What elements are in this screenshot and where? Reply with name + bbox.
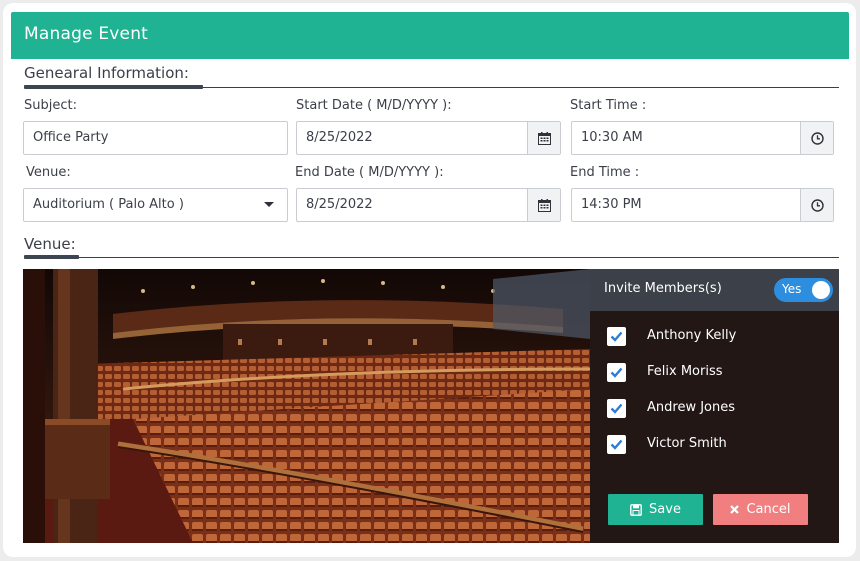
save-icon	[630, 503, 642, 516]
subject-label: Subject:	[24, 98, 77, 113]
end-date-label: End Date ( M/D/YYYY ):	[295, 165, 444, 180]
venue-value: Auditorium ( Palo Alto )	[33, 197, 184, 212]
checkbox-checked-icon[interactable]	[607, 399, 626, 418]
venue-section-title: Venue:	[24, 235, 76, 253]
venue-label: Venue:	[26, 165, 71, 180]
header-bar: Manage Event	[11, 12, 849, 59]
member-name: Felix Moriss	[647, 364, 723, 379]
toggle-knob	[812, 281, 830, 299]
subject-value: Office Party	[33, 130, 109, 145]
close-icon	[730, 505, 740, 514]
member-item[interactable]: Victor Smith	[607, 435, 827, 455]
calendar-icon[interactable]	[527, 122, 560, 154]
cancel-button[interactable]: Cancel	[713, 494, 808, 525]
invite-members-panel: Invite Members(s) Yes Anthony Kelly Feli…	[590, 269, 839, 543]
venue-select[interactable]: Auditorium ( Palo Alto )	[23, 188, 288, 222]
subject-input[interactable]: Office Party	[23, 121, 288, 155]
venue-panel: Invite Members(s) Yes Anthony Kelly Feli…	[23, 269, 839, 543]
member-name: Andrew Jones	[647, 400, 736, 415]
invite-members-toggle[interactable]: Yes	[774, 278, 833, 302]
start-date-input[interactable]: 8/25/2022	[296, 121, 561, 155]
start-date-value: 8/25/2022	[306, 130, 373, 145]
start-date-label: Start Date ( M/D/YYYY ):	[296, 98, 452, 113]
end-time-input[interactable]: 14:30 PM	[571, 188, 834, 222]
clock-icon[interactable]	[800, 122, 833, 154]
member-item[interactable]: Andrew Jones	[607, 399, 827, 419]
end-time-value: 14:30 PM	[581, 197, 642, 212]
manage-event-card: Manage Event Genearal Information: Subje…	[3, 3, 856, 557]
venue-section-divider	[24, 257, 839, 258]
venue-section-accent	[24, 255, 79, 259]
invite-members-header: Invite Members(s) Yes	[590, 269, 839, 311]
member-item[interactable]: Anthony Kelly	[607, 327, 827, 347]
general-section-title: Genearal Information:	[24, 64, 189, 82]
chevron-down-icon	[264, 202, 274, 207]
checkbox-checked-icon[interactable]	[607, 363, 626, 382]
end-date-input[interactable]: 8/25/2022	[296, 188, 561, 222]
member-name: Anthony Kelly	[647, 328, 737, 343]
general-section-accent	[24, 85, 203, 89]
toggle-label: Yes	[782, 282, 802, 296]
end-time-label: End Time :	[570, 165, 640, 180]
start-time-value: 10:30 AM	[581, 130, 643, 145]
clock-icon[interactable]	[800, 189, 833, 221]
invite-members-title: Invite Members(s)	[604, 281, 722, 296]
save-label: Save	[649, 502, 681, 517]
page-title: Manage Event	[24, 24, 149, 44]
venue-image	[23, 269, 590, 543]
member-item[interactable]: Felix Moriss	[607, 363, 827, 383]
start-time-label: Start Time :	[570, 98, 647, 113]
cancel-label: Cancel	[746, 502, 791, 517]
end-date-value: 8/25/2022	[306, 197, 373, 212]
calendar-icon[interactable]	[527, 189, 560, 221]
member-name: Victor Smith	[647, 436, 727, 451]
start-time-input[interactable]: 10:30 AM	[571, 121, 834, 155]
checkbox-checked-icon[interactable]	[607, 327, 626, 346]
checkbox-checked-icon[interactable]	[607, 435, 626, 454]
save-button[interactable]: Save	[608, 494, 703, 525]
